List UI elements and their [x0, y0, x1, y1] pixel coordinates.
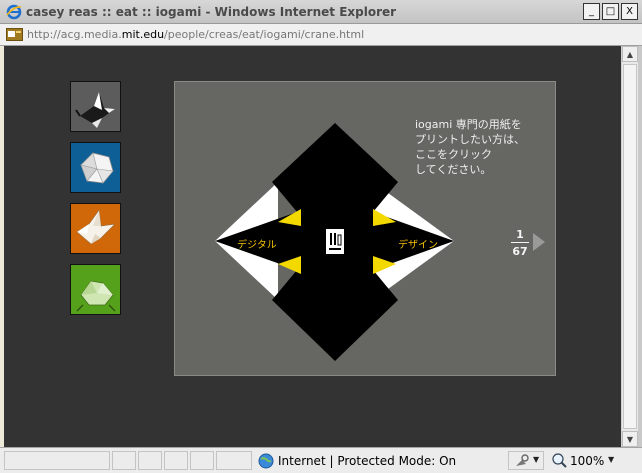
url-prefix: http://acg.media.: [27, 28, 122, 41]
tools-dropdown-icon[interactable]: ▼: [533, 455, 539, 464]
window-frame-right: [638, 46, 642, 447]
logo-icon: [326, 229, 344, 254]
label-digital: デジタル: [237, 240, 277, 251]
status-cell-5: [190, 451, 214, 470]
maximize-icon: □: [605, 5, 616, 17]
label-design: デザイン: [398, 240, 438, 251]
page-viewport: iogami 専門の用紙を プリントしたい方は、 ここをクリック してください。…: [4, 46, 621, 447]
zoom-icon: [552, 453, 567, 468]
url-domain: mit.edu: [121, 28, 165, 41]
next-arrow-icon[interactable]: [533, 233, 545, 251]
zone-status-text[interactable]: Internet | Protected Mode: On: [278, 454, 456, 468]
internet-explorer-icon: [6, 4, 22, 20]
scroll-thumb[interactable]: [623, 64, 637, 429]
status-cell-4: [164, 451, 188, 470]
globe-icon: [258, 453, 274, 469]
bird-icon: [76, 209, 116, 245]
page-icon: [6, 28, 23, 41]
status-cell-main: [4, 451, 110, 470]
thumbnail-frog[interactable]: [70, 264, 121, 315]
thumbnail-bird[interactable]: [70, 203, 121, 254]
status-cell-6: [216, 451, 252, 470]
frog-icon: [76, 280, 116, 312]
close-button[interactable]: X: [621, 3, 638, 20]
zoom-dropdown-icon[interactable]: ▼: [608, 455, 614, 464]
window-title: casey reas :: eat :: iogami - Windows In…: [26, 5, 397, 19]
page-counter-divider: [511, 242, 529, 243]
thumbnail-flower[interactable]: [70, 142, 121, 193]
thumbnail-crane[interactable]: [70, 81, 121, 132]
status-cell-2: [112, 451, 136, 470]
maximize-button[interactable]: □: [602, 3, 619, 20]
flower-icon: [80, 152, 114, 184]
scroll-down-icon[interactable]: ▼: [622, 431, 638, 447]
minimize-icon: _: [589, 5, 594, 17]
url-suffix: /people/creas/eat/iogami/crane.html: [164, 28, 365, 41]
url-text[interactable]: http://acg.media.mit.edu/people/creas/ea…: [27, 28, 364, 41]
vertical-scrollbar[interactable]: ▲ ▼: [621, 46, 638, 447]
status-cell-3: [138, 451, 162, 470]
print-instructions[interactable]: iogami 専門の用紙を プリントしたい方は、 ここをクリック してください。: [415, 117, 555, 177]
origami-panel: iogami 専門の用紙を プリントしたい方は、 ここをクリック してください。…: [174, 81, 556, 376]
crane-icon: [75, 92, 115, 128]
scroll-up-icon[interactable]: ▲: [622, 46, 638, 62]
page-counter: 1 67: [511, 228, 529, 258]
tools-icon: [516, 454, 529, 466]
close-icon: X: [626, 5, 633, 17]
address-bar[interactable]: http://acg.media.mit.edu/people/creas/ea…: [0, 24, 642, 46]
page-current: 1: [516, 228, 524, 241]
zoom-level[interactable]: 100%: [570, 454, 604, 468]
title-bar: casey reas :: eat :: iogami - Windows In…: [0, 0, 642, 24]
minimize-button[interactable]: _: [583, 3, 600, 20]
status-bar: Internet | Protected Mode: On ▼ 100% ▼: [0, 447, 642, 473]
page-total: 67: [512, 245, 528, 258]
